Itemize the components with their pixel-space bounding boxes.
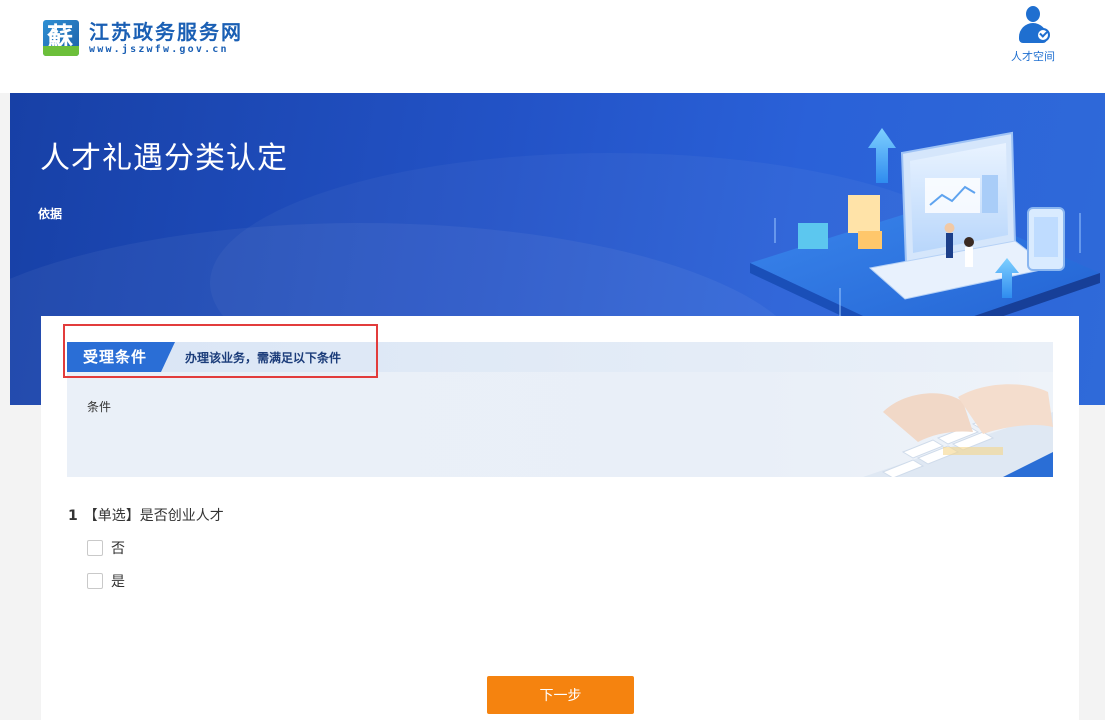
next-step-button[interactable]: 下一步: [487, 676, 634, 714]
talent-space-label: 人才空间: [1011, 50, 1055, 63]
user-head: [1026, 6, 1040, 22]
conditions-tab: 受理条件 办理该业务，需满足以下条件: [67, 342, 341, 372]
logo-leaf: [43, 46, 79, 56]
option-yes[interactable]: 是: [87, 571, 125, 591]
question-text: 【单选】是否创业人才: [83, 508, 224, 524]
question-1: 1 【单选】是否创业人才: [68, 505, 224, 525]
option-no[interactable]: 否: [87, 538, 125, 558]
conditions-subtitle: 办理该业务，需满足以下条件: [185, 350, 342, 365]
site-url: www.jszwfw.gov.cn: [89, 44, 229, 55]
talent-space-link[interactable]: 人才空间: [1010, 6, 1056, 64]
page-title: 人才礼遇分类认定: [40, 141, 288, 176]
jiangsu-emblem-icon: 蘇: [43, 20, 79, 56]
option-label: 否: [111, 541, 125, 557]
site-logo[interactable]: 蘇 江苏政务服务网 www.jszwfw.gov.cn: [43, 20, 243, 56]
typing-hands-image-icon: [863, 384, 1053, 477]
question-number: 1: [68, 508, 78, 524]
check-badge: [1036, 28, 1050, 42]
conditions-panel: 受理条件 办理该业务，需满足以下条件 条件: [67, 342, 1053, 477]
conditions-tab-label: 受理条件: [67, 342, 176, 372]
conditions-content: 条件: [87, 400, 112, 414]
top-header: 蘇 江苏政务服务网 www.jszwfw.gov.cn 人才空间: [0, 0, 1105, 93]
basis-link[interactable]: 依据: [38, 205, 62, 222]
logo-text: 江苏政务服务网 www.jszwfw.gov.cn: [89, 20, 243, 56]
checkbox[interactable]: [87, 540, 103, 556]
checkbox[interactable]: [87, 573, 103, 589]
option-label: 是: [111, 574, 125, 590]
user-verified-icon: [1016, 6, 1050, 46]
form-card: 受理条件 办理该业务，需满足以下条件 条件 1 【单选】是否创业人才 否 是 下…: [41, 316, 1079, 720]
site-name: 江苏政务服务网: [89, 20, 243, 44]
